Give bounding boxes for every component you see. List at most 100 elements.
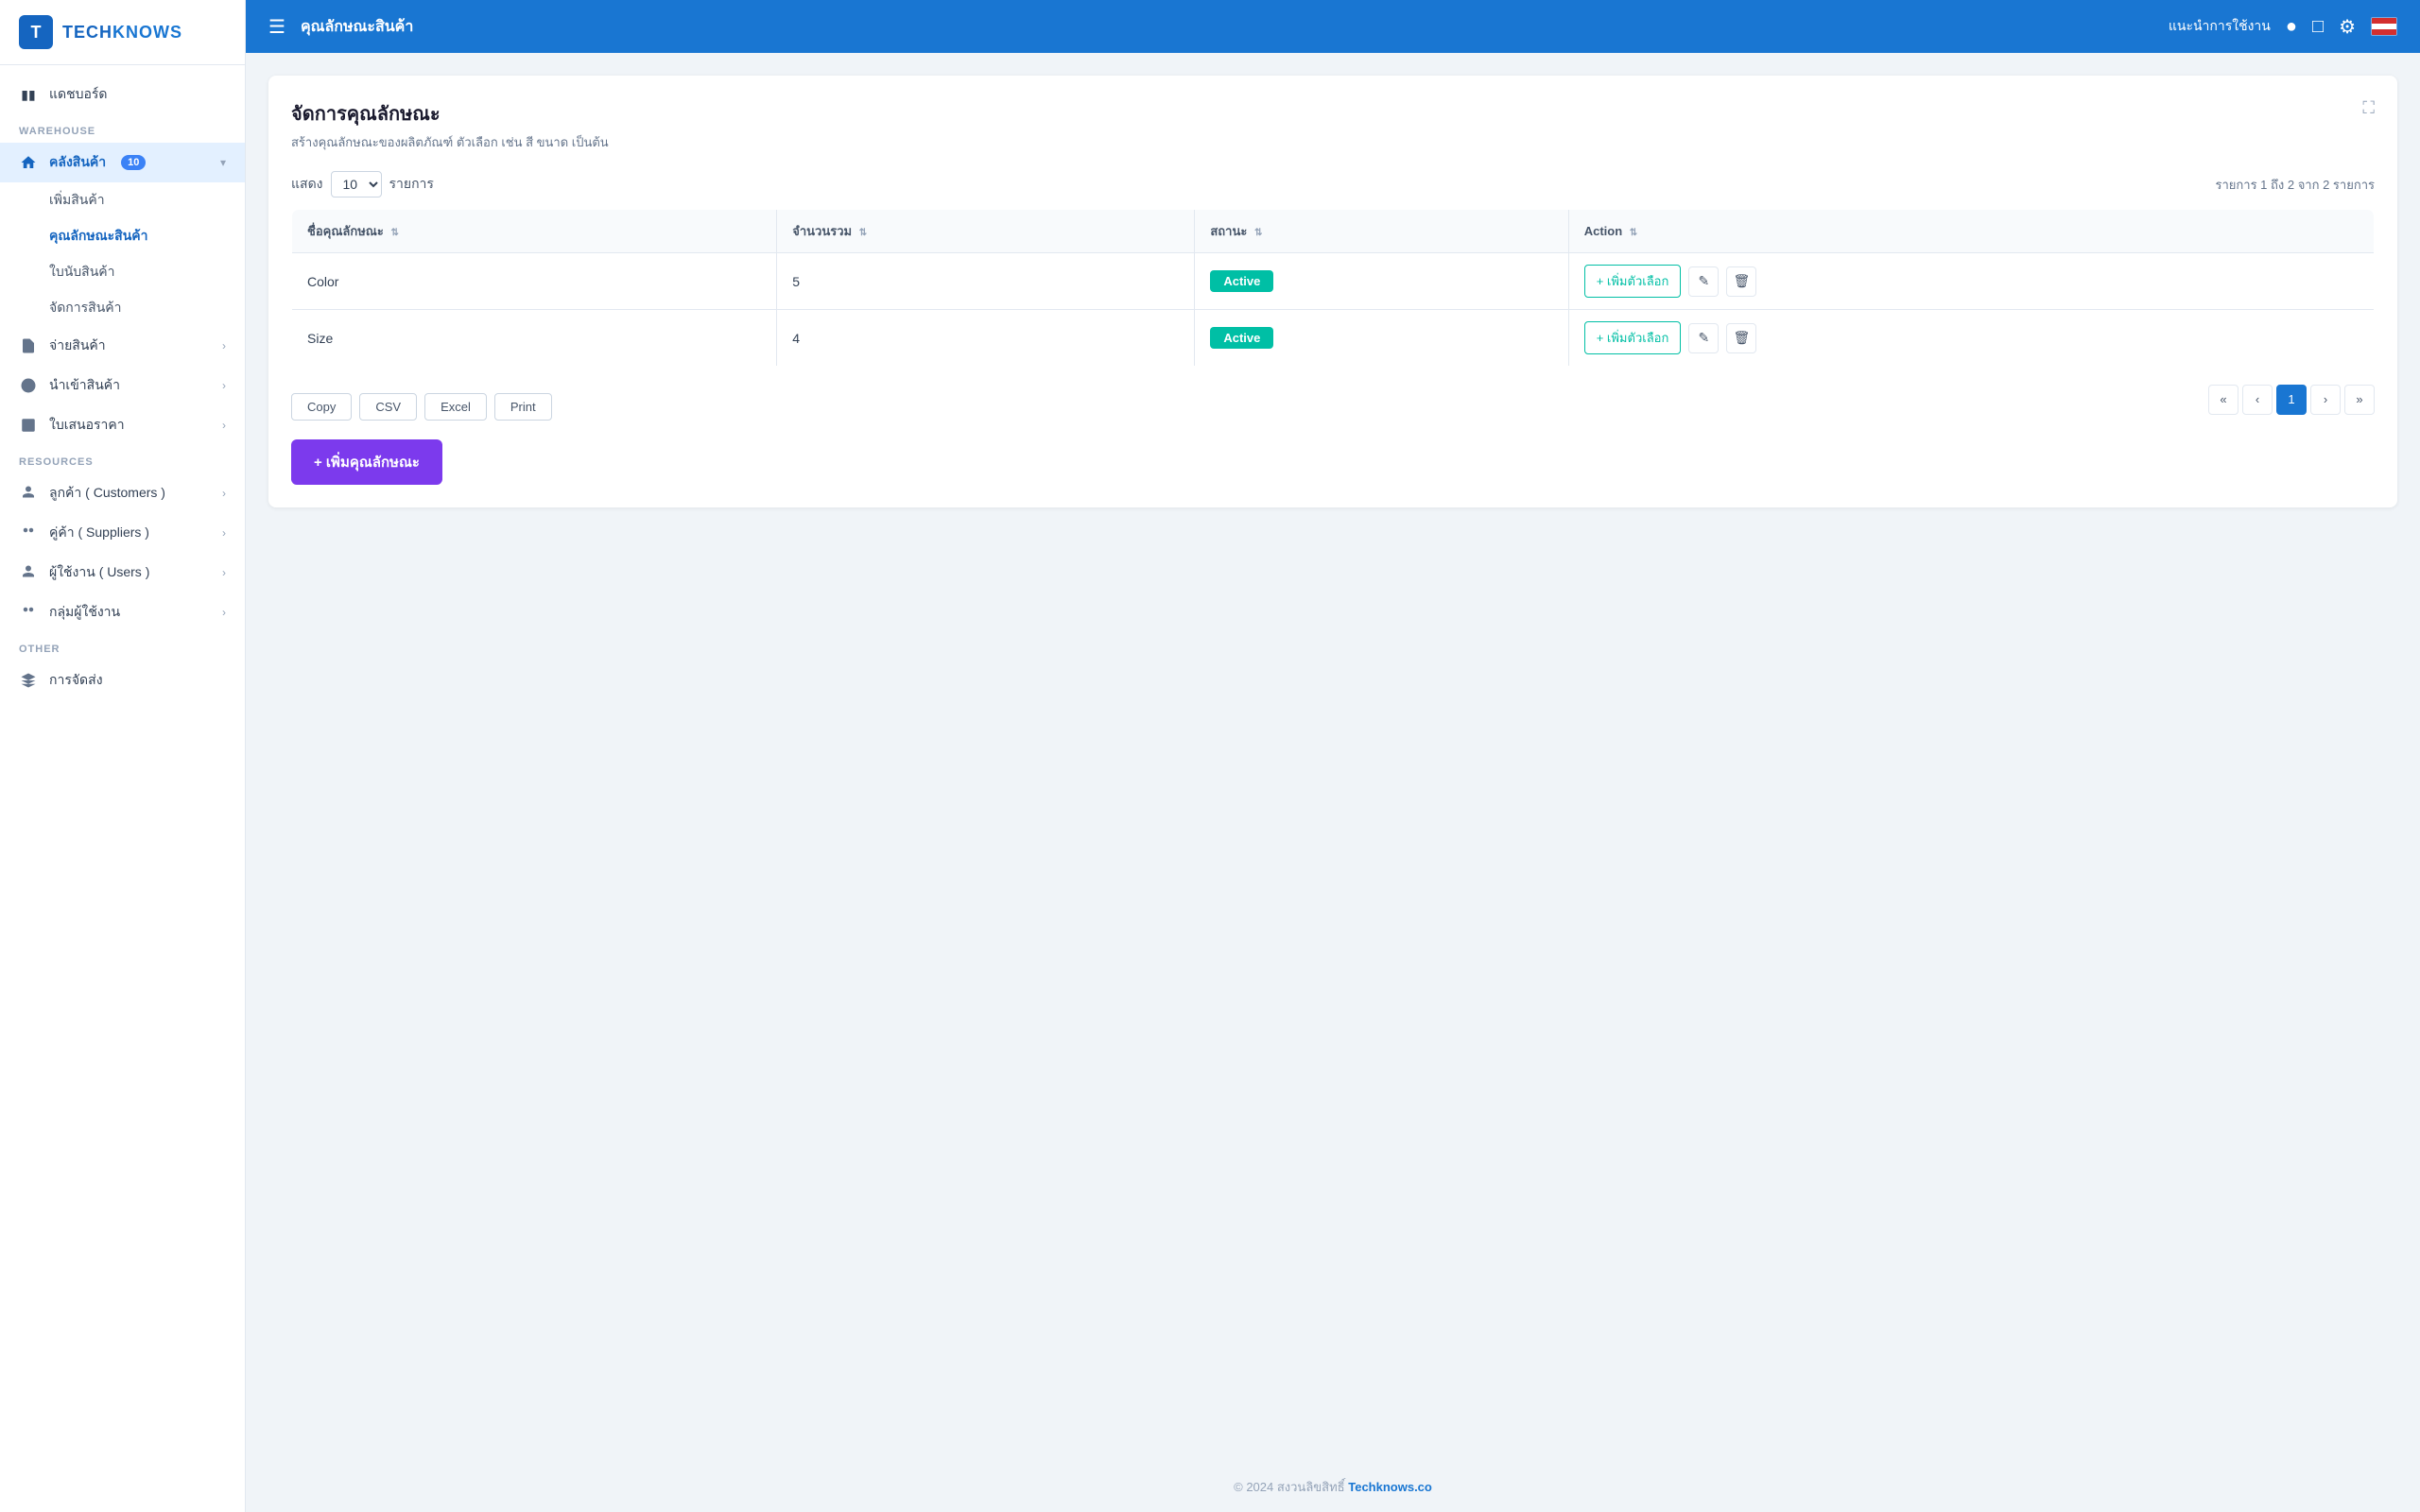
col-action-header: Action ⇅ [1568, 210, 2374, 253]
sort-action-icon[interactable]: ⇅ [1630, 228, 1637, 238]
section-other: OTHER [0, 632, 245, 661]
table-row: Color 5 Active + เพิ่มตัวเลือก ✎ 🗑 [292, 253, 2375, 310]
first-page-btn[interactable]: « [2208, 385, 2238, 415]
footer-brand[interactable]: Techknows.co [1348, 1480, 1432, 1494]
import-chevron: › [222, 379, 226, 392]
sidebar-item-settings[interactable]: การจัดส่ง [0, 661, 245, 700]
page-title: จัดการคุณลักษณะ [291, 98, 609, 129]
print-button[interactable]: Print [494, 393, 552, 421]
groups-chevron: › [222, 606, 226, 619]
warehouse-chevron: ▾ [220, 156, 226, 169]
sidebar-item-sell[interactable]: จ่ายสินค้า › [0, 326, 245, 366]
footer-copyright: © 2024 สงวนลิขสิทธิ์ [1234, 1480, 1344, 1494]
main-area: ☰ คุณลักษณะสินค้า แนะนำการใช้งาน ● □ ⚙ จ… [246, 0, 2420, 1512]
row-status-size: Active [1195, 310, 1568, 367]
sidebar-sub-add-product[interactable]: เพิ่มสินค้า [0, 182, 245, 218]
row-action-color: + เพิ่มตัวเลือก ✎ 🗑 [1568, 253, 2374, 310]
expand-icon[interactable]: ⛶ [2362, 98, 2375, 118]
prev-page-btn[interactable]: ‹ [2242, 385, 2273, 415]
pricelist-chevron: › [222, 419, 226, 432]
menu-icon[interactable]: ☰ [268, 15, 285, 39]
settings-topbar-icon[interactable]: ⚙ [2339, 15, 2356, 39]
show-label-area: แสดง 10 25 50 รายการ [291, 171, 434, 198]
users-icon [19, 563, 38, 582]
users-chevron: › [222, 566, 226, 579]
per-page-text: รายการ [389, 174, 434, 195]
row-count-size: 4 [777, 310, 1195, 367]
page-subtitle: สร้างคุณลักษณะของผลิตภัณฑ์ ตัวเลือก เช่น… [291, 132, 609, 152]
row-action-size: + เพิ่มตัวเลือก ✎ 🗑 [1568, 310, 2374, 367]
per-page-select[interactable]: 10 25 50 [331, 171, 382, 198]
delete-button-size[interactable]: 🗑 [1726, 323, 1756, 353]
groups-icon [19, 603, 38, 622]
account-icon[interactable]: ● [2286, 16, 2297, 38]
edit-button-size[interactable]: ✎ [1688, 323, 1719, 353]
action-cell-color: + เพิ่มตัวเลือก ✎ 🗑 [1584, 265, 2359, 298]
help-label[interactable]: แนะนำการใช้งาน [2169, 16, 2271, 37]
card-title-area: จัดการคุณลักษณะ สร้างคุณลักษณะของผลิตภัณ… [291, 98, 609, 152]
current-page-btn[interactable]: 1 [2276, 385, 2307, 415]
add-option-button-color[interactable]: + เพิ่มตัวเลือก [1584, 265, 1682, 298]
delete-button-color[interactable]: 🗑 [1726, 266, 1756, 297]
action-cell-size: + เพิ่มตัวเลือก ✎ 🗑 [1584, 321, 2359, 354]
language-flag[interactable] [2371, 17, 2397, 36]
row-name-color: Color [292, 253, 777, 310]
table-row: Size 4 Active + เพิ่มตัวเลือก ✎ 🗑 [292, 310, 2375, 367]
copy-button[interactable]: Copy [291, 393, 352, 421]
content-area: จัดการคุณลักษณะ สร้างคุณลักษณะของผลิตภัณ… [246, 53, 2420, 1462]
topbar-title: คุณลักษณะสินค้า [301, 15, 2153, 39]
pagination: « ‹ 1 › » [2208, 385, 2375, 415]
row-status-color: Active [1195, 253, 1568, 310]
sidebar-sub-attributes[interactable]: คุณลักษณะสินค้า [0, 218, 245, 254]
sell-icon [19, 336, 38, 355]
pricelist-icon [19, 416, 38, 435]
sort-name-icon[interactable]: ⇅ [390, 228, 398, 238]
table-bottom: Copy CSV Excel Print « ‹ 1 › » [291, 378, 2375, 421]
row-name-size: Size [292, 310, 777, 367]
csv-button[interactable]: CSV [359, 393, 417, 421]
sidebar-item-users[interactable]: ผู้ใช้งาน ( Users ) › [0, 553, 245, 593]
row-count-color: 5 [777, 253, 1195, 310]
section-warehouse: WAREHOUSE [0, 114, 245, 143]
export-bar: Copy CSV Excel Print [291, 393, 552, 421]
section-resources: RESOURCES [0, 445, 245, 473]
sort-count-icon[interactable]: ⇅ [859, 228, 867, 238]
chart-icon: ▮▮ [19, 85, 38, 104]
sidebar-item-warehouse[interactable]: คลังสินค้า 10 ▾ [0, 143, 245, 182]
show-text: แสดง [291, 174, 323, 195]
sidebar-item-suppliers[interactable]: คู่ค้า ( Suppliers ) › [0, 513, 245, 553]
col-name-header: ชื่อคุณลักษณะ ⇅ [292, 210, 777, 253]
sidebar-item-groups[interactable]: กลุ่มผู้ใช้งาน › [0, 593, 245, 632]
topbar: ☰ คุณลักษณะสินค้า แนะนำการใช้งาน ● □ ⚙ [246, 0, 2420, 53]
col-count-header: จำนวนรวม ⇅ [777, 210, 1195, 253]
logo: T TECHKNOWS [0, 0, 245, 65]
suppliers-chevron: › [222, 526, 226, 540]
customers-icon [19, 484, 38, 503]
next-page-btn[interactable]: › [2310, 385, 2341, 415]
sidebar-sub-manage[interactable]: จัดการสินค้า [0, 290, 245, 326]
home-icon [19, 153, 38, 172]
add-attribute-button[interactable]: + เพิ่มคุณลักษณะ [291, 439, 442, 485]
sort-status-icon[interactable]: ⇅ [1254, 228, 1262, 238]
import-icon [19, 376, 38, 395]
col-status-header: สถานะ ⇅ [1195, 210, 1568, 253]
status-badge: Active [1210, 327, 1273, 349]
table-info: รายการ 1 ถึง 2 จาก 2 รายการ [2216, 175, 2375, 195]
sidebar-sub-inventory[interactable]: ใบนับสินค้า [0, 254, 245, 290]
settings-icon [19, 671, 38, 690]
card-header: จัดการคุณลักษณะ สร้างคุณลักษณะของผลิตภัณ… [291, 98, 2375, 152]
excel-button[interactable]: Excel [424, 393, 487, 421]
topbar-actions: แนะนำการใช้งาน ● □ ⚙ [2169, 15, 2397, 39]
sell-chevron: › [222, 339, 226, 352]
add-option-button-size[interactable]: + เพิ่มตัวเลือก [1584, 321, 1682, 354]
notification-icon[interactable]: □ [2312, 16, 2324, 38]
sidebar-item-customers[interactable]: ลูกค้า ( Customers ) › [0, 473, 245, 513]
sidebar-nav: ▮▮ แดชบอร์ด WAREHOUSE คลังสินค้า 10 ▾ เพ… [0, 65, 245, 1512]
sidebar-item-dashboard[interactable]: ▮▮ แดชบอร์ด [0, 75, 245, 114]
sidebar-item-pricelist[interactable]: ใบเสนอราคา › [0, 405, 245, 445]
sidebar-item-import[interactable]: นำเข้าสินค้า › [0, 366, 245, 405]
edit-button-color[interactable]: ✎ [1688, 266, 1719, 297]
suppliers-icon [19, 524, 38, 542]
last-page-btn[interactable]: » [2344, 385, 2375, 415]
sidebar: T TECHKNOWS ▮▮ แดชบอร์ด WAREHOUSE คลังสิ… [0, 0, 246, 1512]
